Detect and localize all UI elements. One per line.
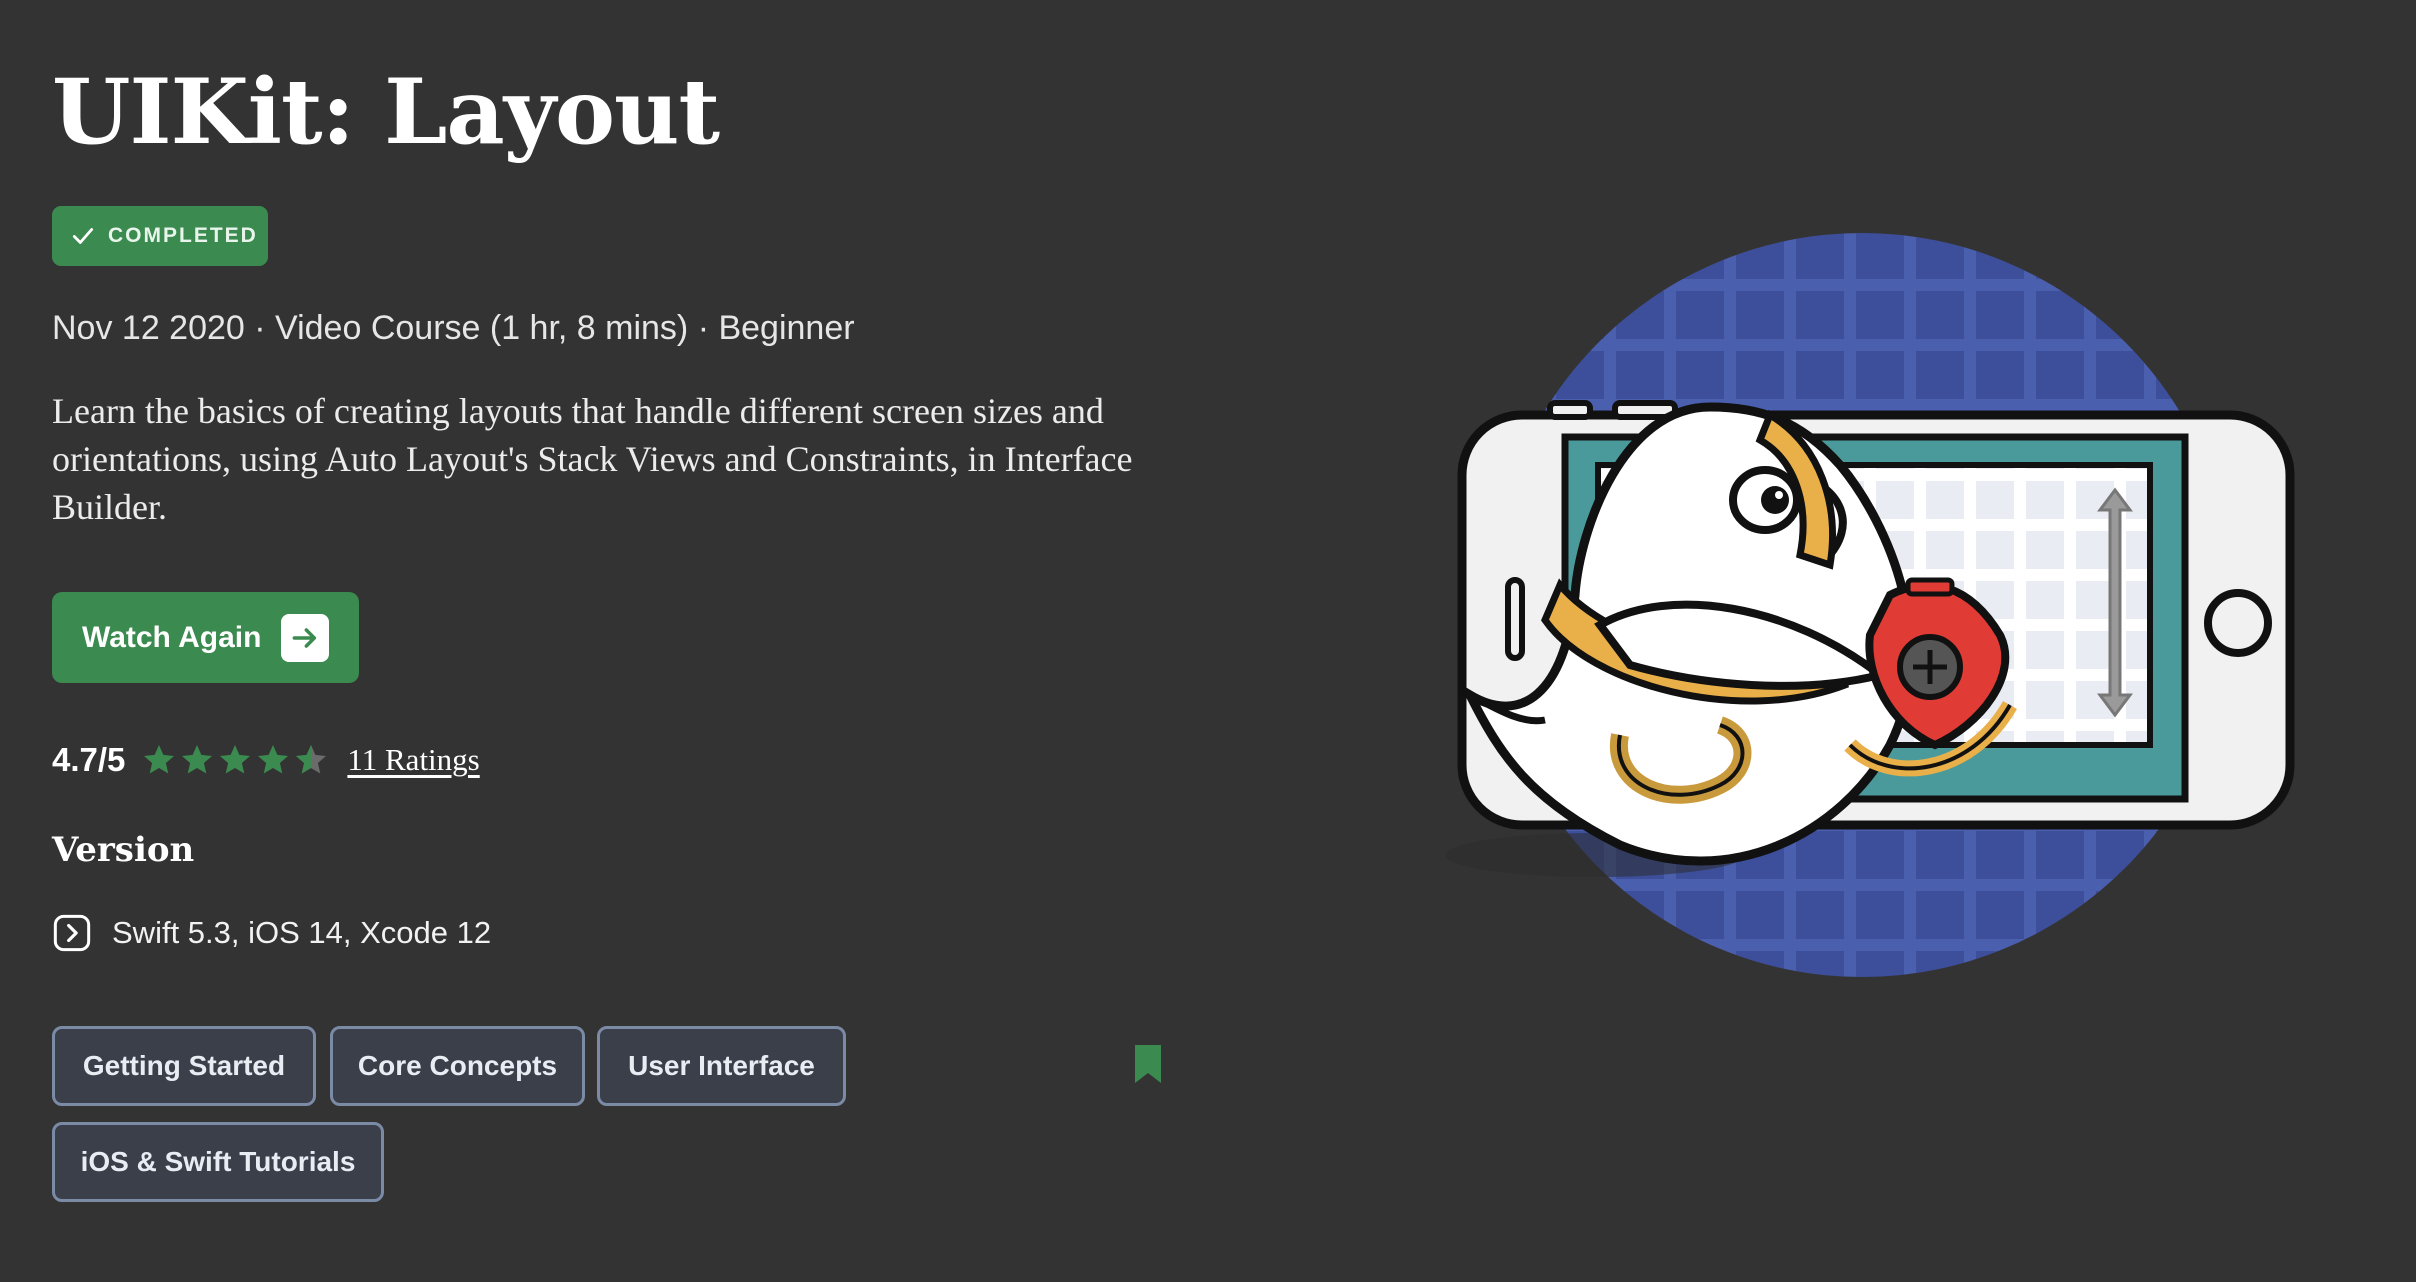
star-icon [144, 745, 175, 774]
arrow-right-icon [281, 613, 330, 662]
rating-row: 4.7/5 11 Ratings [52, 735, 480, 785]
version-details: Swift 5.3, iOS 14, Xcode 12 [112, 915, 492, 950]
star-icon [258, 745, 289, 774]
badge-label: COMPLETED [108, 224, 258, 247]
watch-again-label: Watch Again [82, 620, 262, 654]
rating-score: 4.7/5 [52, 741, 126, 778]
checkmark-icon [72, 228, 94, 244]
course-title: UIKit: Layout [52, 59, 720, 165]
course-meta: Nov 12 2020 · Video Course (1 hr, 8 mins… [52, 309, 855, 347]
star-half-icon [296, 745, 327, 774]
chevron-right-icon [53, 914, 91, 952]
bookmark-icon[interactable] [1133, 1043, 1163, 1085]
version-row: Swift 5.3, iOS 14, Xcode 12 [52, 908, 491, 958]
version-heading: Version [52, 830, 195, 870]
star-icon [182, 745, 213, 774]
tag-ios-swift-tutorials[interactable]: iOS & Swift Tutorials [52, 1122, 384, 1202]
tag-getting-started[interactable]: Getting Started [52, 1026, 316, 1106]
star-icon [220, 745, 251, 774]
tag-core-concepts[interactable]: Core Concepts [330, 1026, 585, 1106]
ratings-count-link[interactable]: 11 Ratings [347, 742, 479, 778]
star-rating [141, 742, 331, 778]
tag-user-interface[interactable]: User Interface [597, 1026, 846, 1106]
watch-again-button[interactable]: Watch Again [52, 592, 359, 683]
course-illustration [1445, 233, 2295, 977]
completed-badge: COMPLETED [52, 206, 268, 266]
course-description: Learn the basics of creating layouts tha… [52, 391, 1133, 527]
